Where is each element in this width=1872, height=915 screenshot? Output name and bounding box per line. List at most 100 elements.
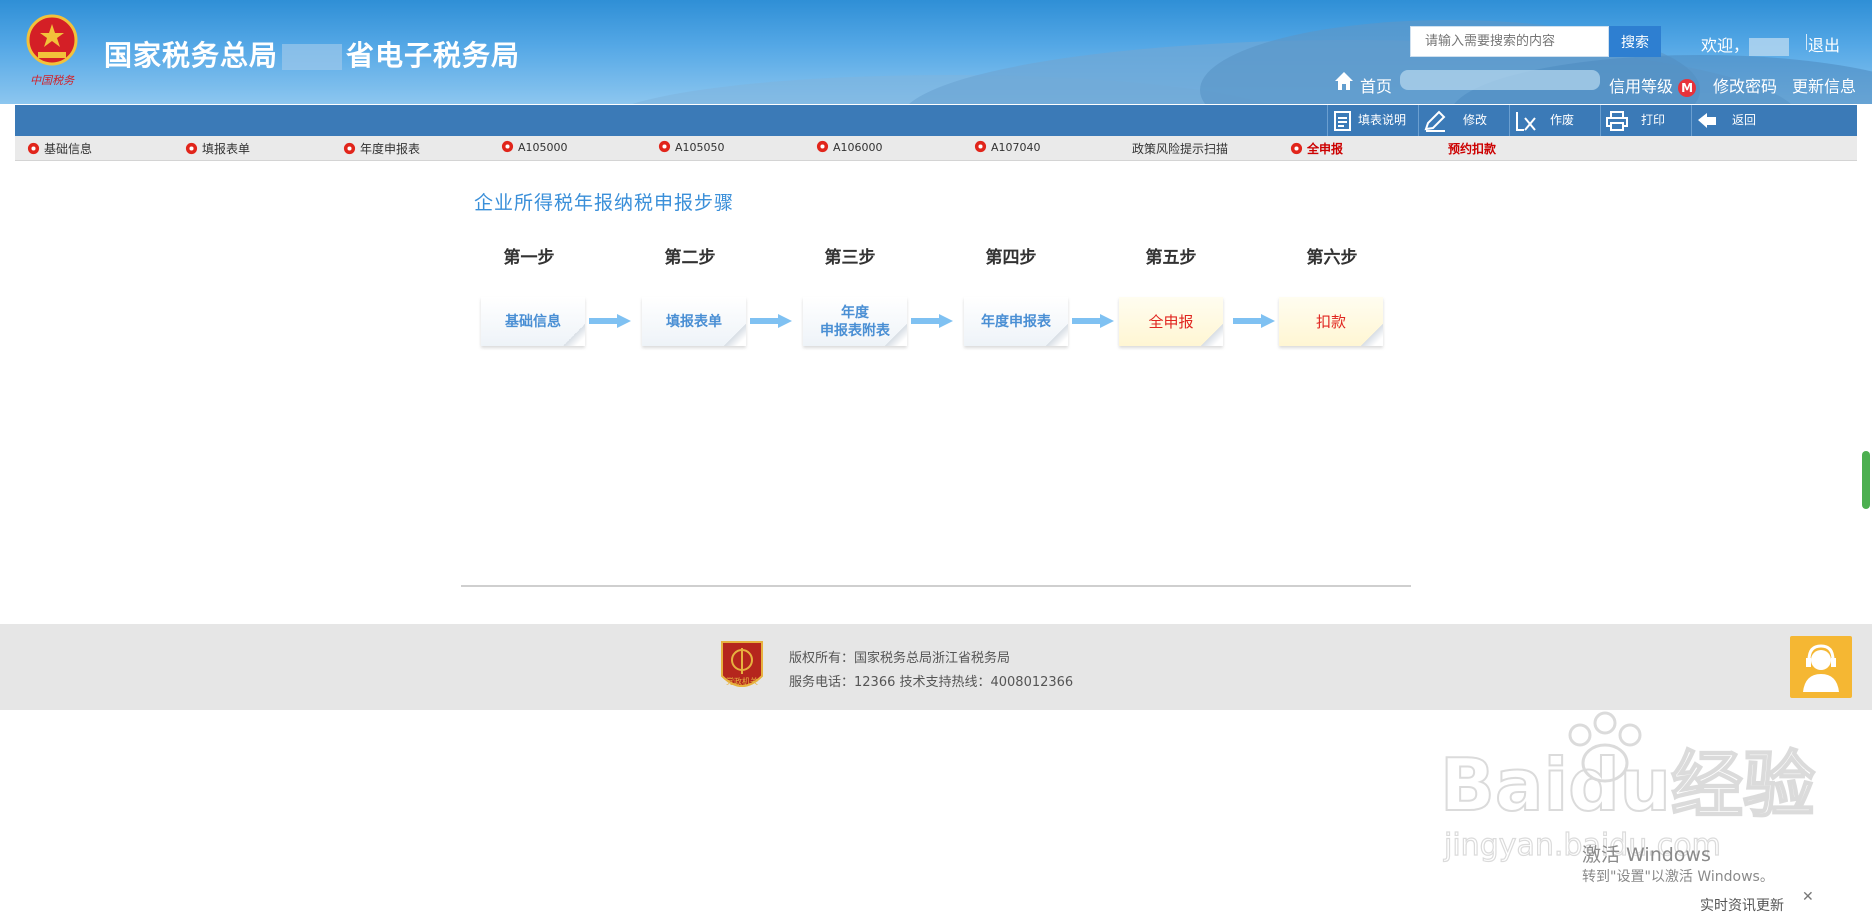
change-password-link[interactable]: 修改密码 [1713, 73, 1777, 97]
divider [1806, 34, 1807, 50]
site-footer [0, 624, 1872, 710]
credit-level-badge: M [1678, 79, 1697, 97]
step-heading: 第四步 [985, 248, 1037, 268]
tab-label: A106000 [833, 141, 883, 154]
arrow-right-icon [1233, 314, 1275, 328]
step-card-label: 年度申报表 [981, 313, 1051, 330]
scrollbar-thumb[interactable] [1862, 451, 1870, 509]
toolbar-button-label: 作废 [1550, 113, 1575, 127]
activate-windows-hint: 转到"设置"以激活 Windows。 [1582, 869, 1774, 885]
redacted-username [1749, 37, 1790, 56]
void-icon [1516, 112, 1536, 131]
redacted-region [1400, 70, 1600, 90]
tab-a106000[interactable]: A106000 [816, 140, 883, 154]
modify-button[interactable]: 修改 [1418, 105, 1509, 136]
step-card-annual-schedules[interactable]: 年度 申报表附表 [803, 297, 907, 346]
tab-label: 年度申报表 [360, 142, 421, 156]
toolbar-button-label: 打印 [1641, 113, 1666, 127]
activate-windows-title: 激活 Windows [1582, 844, 1711, 866]
news-popup-label[interactable]: 实时资讯更新 [1700, 895, 1784, 915]
arrow-right-icon [750, 314, 792, 328]
tab-label: A105050 [675, 141, 725, 154]
tab-label: 预约扣款 [1448, 142, 1497, 156]
step-heading: 第三步 [824, 248, 876, 268]
form-tab-bar: 基础信息 填报表单 年度申报表 A105000 A105050 A106000 … [15, 136, 1857, 161]
gear-icon [185, 142, 198, 155]
footer-service-phone: 服务电话：12366 技术支持热线：4008012366 [789, 675, 1074, 690]
tab-a105050[interactable]: A105050 [658, 140, 725, 154]
document-icon [1334, 111, 1351, 131]
step-card-basic-info[interactable]: 基础信息 [481, 297, 585, 346]
arrow-right-icon [1072, 314, 1114, 328]
arrow-right-icon [589, 314, 631, 328]
void-button[interactable]: 作废 [1509, 105, 1600, 136]
page-curl [1361, 324, 1383, 346]
close-icon[interactable]: ✕ [1802, 889, 1814, 905]
step-card-label-line: 年度 [841, 304, 869, 321]
content-divider [461, 585, 1411, 587]
step-card-annual-return[interactable]: 年度申报表 [964, 297, 1068, 346]
site-title-prefix: 国家税务总局 [104, 39, 279, 72]
step-card-label: 填报表单 [666, 313, 722, 330]
party-government-badge-icon[interactable]: 党政机关 [718, 638, 766, 696]
step-card-label: 全申报 [1148, 312, 1194, 331]
tab-policy-risk-scan[interactable]: 政策风险提示扫描 [1132, 140, 1228, 157]
credit-level-link[interactable]: 信用等级 M [1609, 73, 1697, 97]
gear-icon [1290, 142, 1303, 155]
step-card-label: 扣款 [1315, 312, 1346, 331]
site-title: 国家税务总局 省电子税务局 [104, 34, 520, 74]
step-card-label: 基础信息 [505, 313, 561, 330]
step-heading: 第二步 [664, 248, 716, 268]
tab-basic-info[interactable]: 基础信息 [27, 140, 92, 157]
tab-scheduled-deduction[interactable]: 预约扣款 [1448, 140, 1496, 157]
step-heading: 第五步 [1145, 248, 1197, 268]
page-curl [885, 324, 907, 346]
home-link[interactable]: 首页 [1360, 73, 1392, 97]
update-info-link[interactable]: 更新信息 [1792, 73, 1856, 97]
gear-icon [658, 140, 671, 153]
toolbar-button-label: 修改 [1463, 113, 1488, 127]
search-box [1410, 26, 1609, 57]
action-toolbar: 填表说明 修改 作废 打印 返回 [15, 105, 1857, 136]
step-heading: 第一步 [503, 248, 555, 268]
tab-label: 填报表单 [202, 142, 251, 156]
pencil-icon [1424, 110, 1446, 132]
emblem-caption: 中国税务 [30, 74, 75, 87]
step-card-fill-forms[interactable]: 填报表单 [642, 297, 746, 346]
return-button[interactable]: 返回 [1691, 105, 1782, 136]
toolbar-button-label: 返回 [1732, 113, 1757, 127]
tab-full-declaration[interactable]: 全申报 [1290, 140, 1343, 157]
tab-label: 基础信息 [44, 142, 93, 156]
fill-instructions-button[interactable]: 填表说明 [1327, 105, 1418, 136]
page-curl [724, 324, 746, 346]
tab-label: 政策风险提示扫描 [1132, 142, 1229, 156]
tab-a107040[interactable]: A107040 [974, 140, 1041, 154]
national-emblem-logo: 中国税务 [26, 14, 78, 87]
tab-a105000[interactable]: A105000 [501, 140, 568, 154]
step-card-full-declaration[interactable]: 全申报 [1119, 297, 1223, 346]
footer-copyright: 版权所有：国家税务总局浙江省税务局 [789, 651, 1011, 666]
logout-link[interactable]: 退出 [1808, 32, 1840, 56]
page-title: 企业所得税年报纳税申报步骤 [474, 192, 735, 214]
headset-agent-icon [1803, 644, 1839, 692]
redacted-region [282, 44, 343, 70]
gear-icon [27, 142, 40, 155]
step-card-deduction[interactable]: 扣款 [1279, 297, 1383, 346]
tab-label: A105000 [518, 141, 568, 154]
gear-icon [343, 142, 356, 155]
toolbar-button-label: 填表说明 [1358, 113, 1407, 127]
print-button[interactable]: 打印 [1600, 105, 1691, 136]
credit-level-label: 信用等级 [1609, 77, 1674, 96]
search-button[interactable]: 搜索 [1609, 26, 1661, 57]
customer-service-button[interactable] [1790, 636, 1852, 698]
tab-fill-forms[interactable]: 填报表单 [185, 140, 250, 157]
step-heading: 第六步 [1306, 248, 1358, 268]
watermark-text: Baidu经验 [1440, 743, 1815, 827]
gear-icon [501, 140, 514, 153]
printer-icon [1606, 111, 1628, 131]
page-curl [563, 324, 585, 346]
site-title-suffix: 省电子税务局 [346, 39, 521, 72]
home-icon[interactable] [1334, 71, 1354, 91]
tab-annual-return[interactable]: 年度申报表 [343, 140, 420, 157]
search-input[interactable] [1411, 27, 1605, 56]
